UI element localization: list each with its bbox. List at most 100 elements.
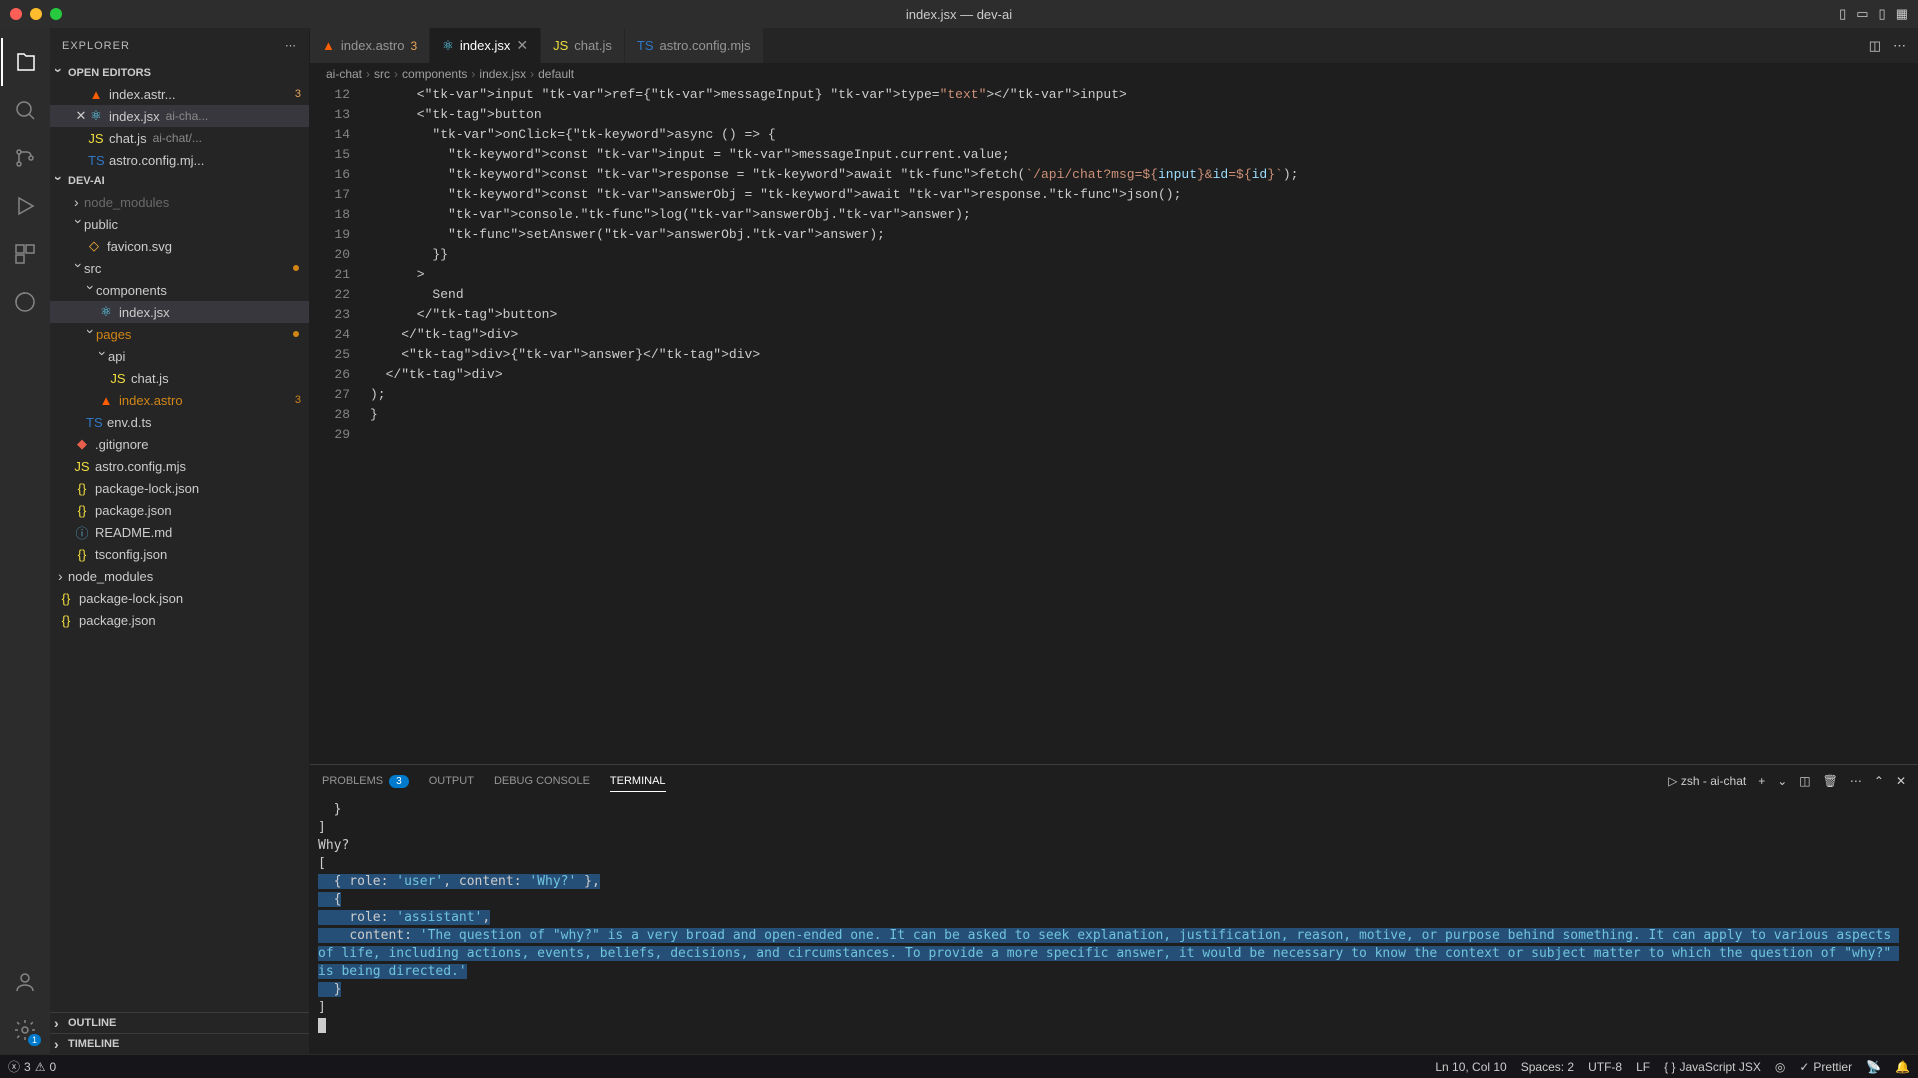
accounts-icon[interactable] [1, 958, 49, 1006]
breadcrumb-item[interactable]: default [538, 67, 574, 81]
output-tab[interactable]: OUTPUT [429, 775, 474, 787]
explorer-icon[interactable] [1, 38, 49, 86]
file-item[interactable]: ⓘREADME.md [50, 521, 309, 543]
maximize-panel-icon[interactable]: ⌃ [1874, 774, 1884, 788]
file-label: index.astr... [109, 87, 175, 102]
settings-gear-icon[interactable]: 1 [1, 1006, 49, 1054]
status-encoding[interactable]: UTF-8 [1588, 1060, 1622, 1074]
debug-console-tab[interactable]: DEBUG CONSOLE [494, 775, 590, 787]
folder-item[interactable]: components [50, 279, 309, 301]
timeline-section[interactable]: TIMELINE [50, 1033, 309, 1054]
window-close-mac[interactable] [10, 8, 22, 20]
chevron-icon [86, 282, 96, 298]
open-editor-item[interactable]: JSchat.jsai-chat/... [50, 127, 309, 149]
status-cursor[interactable]: Ln 10, Col 10 [1435, 1060, 1506, 1074]
tree-label: package-lock.json [95, 481, 199, 496]
terminal-tab[interactable]: TERMINAL [610, 775, 666, 792]
terminal-shell-label[interactable]: ▷ zsh - ai-chat [1668, 774, 1746, 788]
close-editor-icon[interactable]: ✕ [74, 108, 88, 124]
file-item[interactable]: {}package-lock.json [50, 587, 309, 609]
edge-tools-icon[interactable] [1, 278, 49, 326]
split-terminal-icon[interactable]: ◫ [1799, 774, 1810, 788]
status-eol[interactable]: LF [1636, 1060, 1650, 1074]
terminal-output[interactable]: } ] Why? [ { role: 'user', content: 'Why… [310, 797, 1918, 1054]
breadcrumb-item[interactable]: src [374, 67, 390, 81]
file-item[interactable]: {}tsconfig.json [50, 543, 309, 565]
layout-customize-icon[interactable]: ▦ [1896, 6, 1908, 22]
layout-panel-icon[interactable]: ▭ [1856, 6, 1868, 22]
status-language[interactable]: { } JavaScript JSX [1664, 1060, 1761, 1074]
file-item[interactable]: JSchat.js [50, 367, 309, 389]
file-icon: {} [58, 613, 74, 628]
status-copilot-icon[interactable]: ◎ [1775, 1060, 1785, 1074]
open-editor-item[interactable]: ✕⚛index.jsxai-cha... [50, 105, 309, 127]
close-panel-icon[interactable]: ✕ [1896, 774, 1906, 788]
chevron-icon [74, 216, 84, 232]
file-item[interactable]: {}package-lock.json [50, 477, 309, 499]
file-item[interactable]: JSastro.config.mjs [50, 455, 309, 477]
layout-sidebar-right-icon[interactable]: ▯ [1879, 6, 1886, 22]
source-control-icon[interactable] [1, 134, 49, 182]
sidebar-title: EXPLORER [62, 40, 130, 52]
open-editors-section[interactable]: OPEN EDITORS [50, 63, 309, 83]
sidebar-more-icon[interactable]: ⋯ [285, 39, 297, 52]
editor-tab[interactable]: ▲index.astro3 [310, 28, 430, 63]
window-maximize-mac[interactable] [50, 8, 62, 20]
sidebar: EXPLORER ⋯ OPEN EDITORS ▲index.astr...3✕… [50, 28, 310, 1054]
file-item[interactable]: ▲index.astro3 [50, 389, 309, 411]
file-item[interactable]: ◇favicon.svg [50, 235, 309, 257]
run-debug-icon[interactable] [1, 182, 49, 230]
close-tab-icon[interactable]: ✕ [516, 37, 528, 54]
file-item[interactable]: ⚛index.jsx [50, 301, 309, 323]
editor-tab[interactable]: JSchat.js [541, 28, 625, 63]
folder-item[interactable]: public [50, 213, 309, 235]
status-feedback-icon[interactable]: 📡 [1866, 1060, 1881, 1074]
tree-label: chat.js [131, 371, 169, 386]
more-actions-icon[interactable]: ⋯ [1893, 38, 1906, 54]
file-icon: JS [88, 131, 104, 146]
file-icon: ⚛ [442, 38, 454, 54]
breadcrumbs[interactable]: ai-chat›src›components›index.jsx›default [310, 63, 1918, 85]
extensions-icon[interactable] [1, 230, 49, 278]
editor-tab[interactable]: TSastro.config.mjs [625, 28, 764, 63]
status-spaces[interactable]: Spaces: 2 [1521, 1060, 1574, 1074]
tree-label: README.md [95, 525, 172, 540]
folder-item[interactable]: node_modules [50, 191, 309, 213]
file-item[interactable]: {}package.json [50, 499, 309, 521]
project-section[interactable]: DEV-AI [50, 171, 309, 191]
file-icon: {} [58, 591, 74, 606]
status-bell-icon[interactable]: 🔔 [1895, 1060, 1910, 1074]
problems-tab[interactable]: PROBLEMS 3 [322, 775, 409, 788]
terminal-more-icon[interactable]: ⋯ [1850, 774, 1862, 788]
file-item[interactable]: TSenv.d.ts [50, 411, 309, 433]
open-editor-item[interactable]: TSastro.config.mj... [50, 149, 309, 171]
file-label: astro.config.mj... [109, 153, 204, 168]
tree-label: astro.config.mjs [95, 459, 186, 474]
layout-sidebar-left-icon[interactable]: ▯ [1839, 6, 1846, 22]
outline-section[interactable]: OUTLINE [50, 1012, 309, 1033]
open-editor-item[interactable]: ▲index.astr...3 [50, 83, 309, 105]
kill-terminal-icon[interactable]: 🗑 [1823, 774, 1838, 788]
window-minimize-mac[interactable] [30, 8, 42, 20]
folder-item[interactable]: api [50, 345, 309, 367]
status-prettier[interactable]: ✓ Prettier [1799, 1060, 1852, 1074]
tree-label: public [84, 217, 118, 232]
terminal-dropdown-icon[interactable]: ⌄ [1777, 774, 1787, 788]
file-item[interactable]: {}package.json [50, 609, 309, 631]
folder-item[interactable]: src [50, 257, 309, 279]
folder-item[interactable]: pages [50, 323, 309, 345]
breadcrumb-item[interactable]: index.jsx [479, 67, 526, 81]
file-icon: ⚛ [88, 108, 104, 124]
file-item[interactable]: ◆.gitignore [50, 433, 309, 455]
split-editor-icon[interactable]: ◫ [1869, 38, 1881, 54]
status-errors[interactable]: ⓧ3 ⚠0 [8, 1058, 56, 1075]
breadcrumb-item[interactable]: components [402, 67, 467, 81]
code-editor[interactable]: 121314151617181920212223242526272829 <"t… [310, 85, 1918, 764]
new-terminal-icon[interactable]: + [1758, 774, 1765, 788]
folder-item[interactable]: node_modules [50, 565, 309, 587]
bottom-panel: PROBLEMS 3 OUTPUT DEBUG CONSOLE TERMINAL… [310, 764, 1918, 1054]
search-icon[interactable] [1, 86, 49, 134]
breadcrumb-item[interactable]: ai-chat [326, 67, 362, 81]
editor-tab[interactable]: ⚛index.jsx✕ [430, 28, 541, 63]
tab-label: astro.config.mjs [660, 38, 751, 53]
